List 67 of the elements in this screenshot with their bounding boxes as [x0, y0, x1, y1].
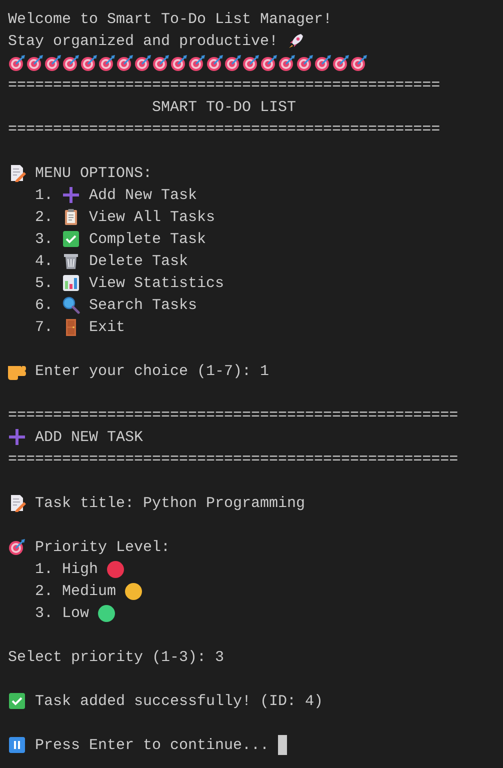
item-number: 2.: [35, 582, 54, 600]
target-icon: [350, 54, 368, 72]
target-icon: [44, 54, 62, 72]
menu-option: Search Tasks: [89, 296, 198, 314]
menu-option: Complete Task: [89, 230, 206, 248]
menu-option: Delete Task: [89, 252, 188, 270]
rocket-icon: [287, 32, 306, 50]
output-text: Priority Level:: [35, 538, 170, 556]
item-number: 5.: [35, 274, 54, 292]
trash-icon: [62, 252, 80, 270]
target-icon: [296, 54, 314, 72]
target-icon: [314, 54, 332, 72]
check-icon: [8, 692, 26, 710]
priority-option: High: [62, 560, 98, 578]
output-text: Stay organized and productive!: [8, 32, 278, 50]
item-number: 1.: [35, 560, 54, 578]
priority-option: Medium: [62, 582, 116, 600]
target-icon: [116, 54, 134, 72]
search-icon: [62, 296, 80, 314]
target-icon: [260, 54, 278, 72]
target-icon: [152, 54, 170, 72]
pause-icon: [8, 736, 26, 754]
target-icon: [188, 54, 206, 72]
menu-option: View All Tasks: [89, 208, 216, 226]
check-icon: [62, 230, 80, 248]
item-number: 4.: [35, 252, 54, 270]
target-icon: [242, 54, 260, 72]
separator-line: ==================================================: [8, 450, 458, 468]
item-number: 6.: [35, 296, 54, 314]
item-number: 3.: [35, 604, 54, 622]
item-number: 7.: [35, 318, 54, 336]
output-text: ADD NEW TASK: [35, 428, 144, 446]
target-icon: [62, 54, 80, 72]
item-number: 3.: [35, 230, 54, 248]
item-number: 1.: [35, 186, 54, 204]
output-text: Task added successfully! (ID: 4): [35, 692, 324, 710]
output-text: Task title: Python Programming: [35, 494, 306, 512]
target-icon: [170, 54, 188, 72]
target-icon: [134, 54, 152, 72]
output-text: Welcome to Smart To-Do List Manager!: [8, 10, 332, 28]
output-text: Select priority (1-3): 3: [8, 648, 224, 666]
chart-icon: [62, 274, 80, 292]
target-icon: [332, 54, 350, 72]
target-icon: [224, 54, 242, 72]
menu-option: Exit: [89, 318, 126, 336]
app-title: SMART TO-DO LIST: [152, 98, 296, 116]
separator-line: ================================================: [8, 120, 440, 138]
target-icon: [206, 54, 224, 72]
target-icon: [278, 54, 296, 72]
target-icon: [8, 54, 26, 72]
target-icon: [26, 54, 44, 72]
separator-line: ==================================================: [8, 406, 458, 424]
plus-icon: [8, 428, 26, 446]
target-icon: [8, 538, 26, 556]
target-icon: [98, 54, 116, 72]
output-text: MENU OPTIONS:: [35, 164, 152, 182]
output-text: Press Enter to continue...: [35, 736, 270, 754]
menu-option: View Statistics: [89, 274, 224, 292]
target-icon: [80, 54, 98, 72]
plus-icon: [62, 186, 80, 204]
memo-icon: [8, 494, 26, 512]
menu-option: Add New Task: [89, 186, 198, 204]
memo-icon: [8, 164, 26, 182]
output-text: Enter your choice (1-7): 1: [35, 362, 270, 380]
priority-option: Low: [62, 604, 90, 622]
item-number: 2.: [35, 208, 54, 226]
separator-line: ================================================: [8, 76, 440, 94]
